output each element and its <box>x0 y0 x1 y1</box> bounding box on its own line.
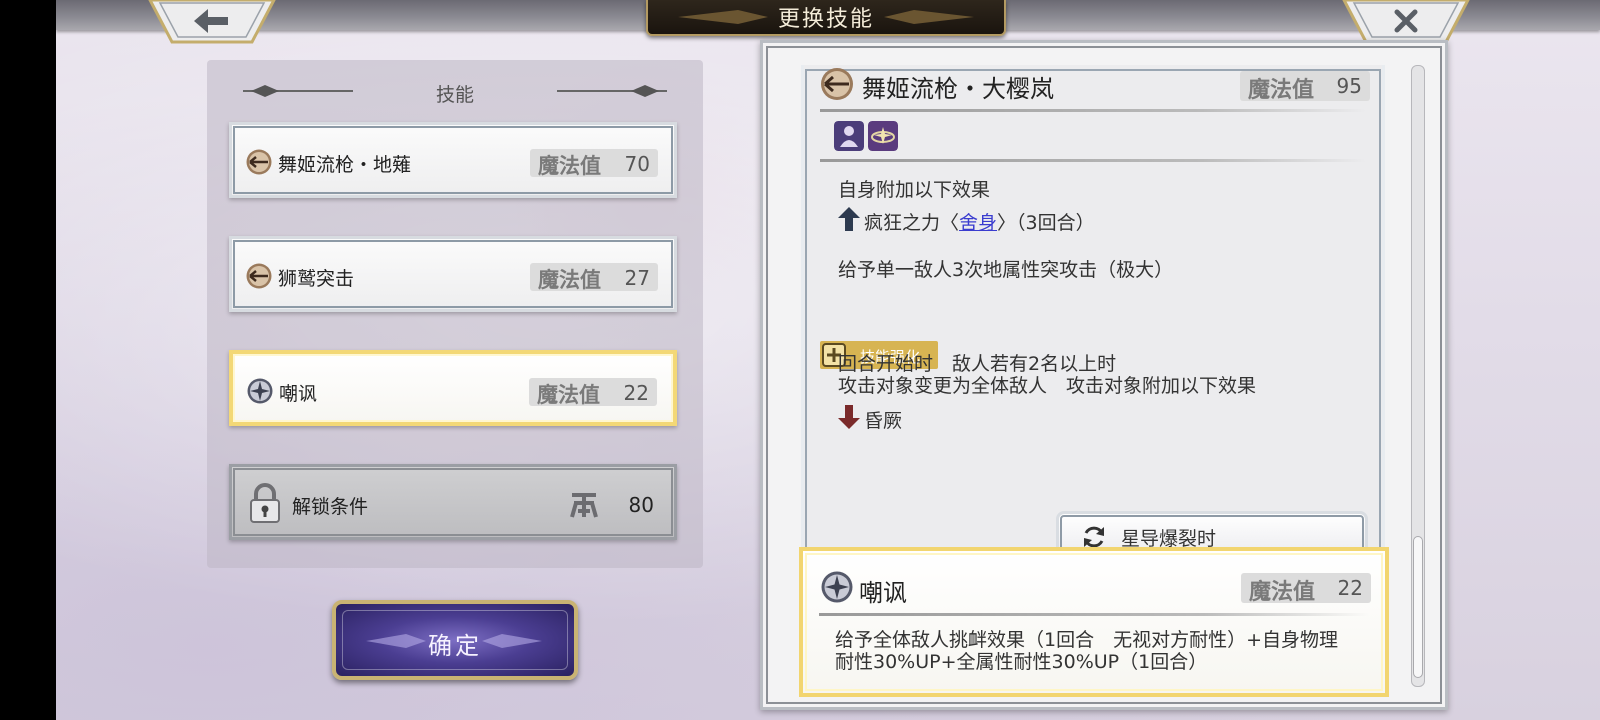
scrollbar[interactable] <box>1411 65 1425 687</box>
ornament-left <box>678 10 768 24</box>
mp-label: 魔法值 <box>1249 580 1316 605</box>
skill-card[interactable]: 舞姬流枪・地薙 魔法值 70 <box>229 122 677 198</box>
buff-prefix: 疯狂之力〈 <box>864 212 960 234</box>
ornament-right <box>557 85 667 97</box>
star-burst-icon <box>821 571 853 603</box>
mp-cost: 魔法值 95 <box>1240 71 1370 103</box>
description-line: 给予全体敌人挑衅效果（1回合 无视对方耐性）+自身物理 <box>835 629 1339 651</box>
back-button[interactable] <box>148 0 276 44</box>
mp-label: 魔法值 <box>537 383 600 407</box>
buff-up-arrow-icon <box>838 207 860 231</box>
game-screen: 更换技能 技能 舞姬流枪・地薙 魔法值 70 狮鹫突击 魔法值 27 嘲讽 魔法… <box>56 0 1600 720</box>
ornament-right <box>884 10 974 24</box>
debuff-down-arrow-icon <box>838 405 860 429</box>
unlock-condition-label: 解锁条件 <box>292 496 369 518</box>
star-orbit-icon <box>868 121 898 151</box>
divider <box>820 159 1366 162</box>
skill-detail-panel: 舞姬流枪・大樱岚 魔法值 95 自身附加以下效果 疯狂之力〈舍身〉（3回合） 给… <box>760 40 1448 710</box>
mp-label: 魔法值 <box>538 268 601 292</box>
mp-cost: 魔法值 70 <box>530 149 658 178</box>
close-icon <box>1394 9 1418 33</box>
buff-suffix: 〉（3回合） <box>997 212 1095 234</box>
arrow-left-icon <box>194 9 228 33</box>
mp-value: 27 <box>624 266 650 290</box>
title-plate: 更换技能 <box>646 0 1006 36</box>
spear-icon <box>821 68 853 100</box>
mp-label: 魔法值 <box>1248 78 1315 103</box>
effect-line: 给予单一敌人3次地属性突攻击（极大） <box>838 259 1174 281</box>
detail-title: 舞姬流枪・大樱岚 <box>862 75 1054 103</box>
locked-skill-card[interactable]: 解锁条件 80 <box>229 464 677 540</box>
selected-skill-card: 嘲讽 魔法值 22 给予全体敌人挑衅效果（1回合 无视对方耐性）+自身物理 耐性… <box>799 547 1389 697</box>
star-burst-icon <box>247 378 273 404</box>
skill-name: 舞姬流枪・地薙 <box>278 154 412 176</box>
unlock-value: 80 <box>628 493 654 517</box>
confirm-label: 确定 <box>428 632 482 660</box>
selected-skill-description: 给予全体敌人挑衅效果（1回合 无视对方耐性）+自身物理 耐性30%UP+全属性耐… <box>835 629 1375 673</box>
skill-card[interactable]: 狮鹫突击 魔法值 27 <box>229 236 677 312</box>
skill-card-selected[interactable]: 嘲讽 魔法值 22 <box>229 350 677 426</box>
mp-value: 22 <box>1337 576 1363 600</box>
mp-cost: 魔法值 22 <box>1241 573 1371 605</box>
description-line: 耐性30%UP+全属性耐性30%UP（1回合） <box>835 651 1208 673</box>
mp-value: 70 <box>624 152 650 176</box>
lock-icon <box>250 483 280 523</box>
section-header: 技能 <box>207 80 703 106</box>
buff-line: 疯狂之力〈舍身〉（3回合） <box>864 208 1095 235</box>
self-buff-icon <box>834 121 864 151</box>
mp-value: 22 <box>623 381 649 405</box>
mp-cost: 魔法值 27 <box>530 263 658 292</box>
close-button[interactable] <box>1342 0 1470 44</box>
effect-line: 自身附加以下效果 <box>838 179 991 201</box>
mp-cost: 魔法值 22 <box>529 378 657 407</box>
skill-detail-card: 舞姬流枪・大樱岚 魔法值 95 自身附加以下效果 疯狂之力〈舍身〉（3回合） 给… <box>801 65 1385 573</box>
spear-icon <box>246 263 272 289</box>
scrollbar-thumb[interactable] <box>1413 536 1423 678</box>
mp-label: 魔法值 <box>538 154 601 178</box>
skill-name: 嘲讽 <box>279 383 318 405</box>
divider <box>820 109 1366 112</box>
skill-list-panel: 技能 舞姬流枪・地薙 魔法值 70 狮鹫突击 魔法值 27 嘲讽 魔法值 22 … <box>207 60 703 568</box>
buff-link[interactable]: 舍身 <box>959 212 997 234</box>
effect-line: 攻击对象变更为全体敌人 攻击对象附加以下效果 <box>838 375 1257 397</box>
rank-stamp-icon <box>570 493 598 518</box>
mp-value: 95 <box>1336 74 1362 98</box>
page-title: 更换技能 <box>777 7 874 32</box>
confirm-button[interactable]: 确定 <box>332 600 578 680</box>
debuff-label: 昏厥 <box>864 410 903 432</box>
selected-skill-title: 嘲讽 <box>859 579 907 607</box>
spear-icon <box>246 149 272 175</box>
divider <box>819 613 1369 616</box>
skill-name: 狮鹫突击 <box>278 268 355 290</box>
